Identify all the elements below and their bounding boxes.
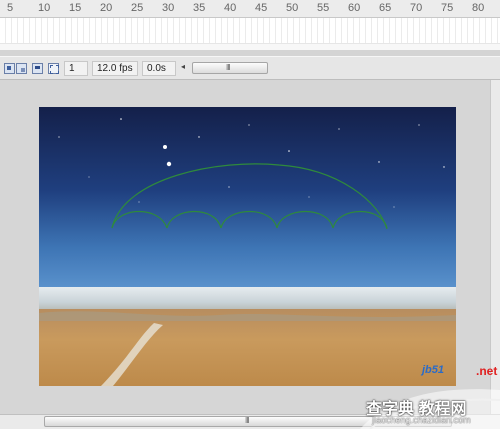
stage-canvas[interactable] bbox=[39, 107, 456, 386]
ruler-label: 55 bbox=[317, 2, 330, 14]
ruler-label: 65 bbox=[379, 2, 392, 14]
flash-editor-window: 5 10 15 20 25 30 35 40 45 50 55 60 65 70 75 80 1 12.0 f… bbox=[0, 0, 500, 429]
ruler-label: 40 bbox=[224, 2, 237, 14]
ruler-label: 25 bbox=[131, 2, 144, 14]
ruler-label: 45 bbox=[255, 2, 268, 14]
ruler-label: 50 bbox=[286, 2, 299, 14]
sky-gradient bbox=[39, 107, 456, 293]
center-frame-icon[interactable] bbox=[4, 63, 15, 74]
elapsed-time-field: 0.0s bbox=[142, 61, 176, 76]
ruler-label: 70 bbox=[410, 2, 423, 14]
onion-skin-icon[interactable] bbox=[16, 63, 27, 74]
current-frame-field[interactable]: 1 bbox=[64, 61, 88, 76]
night-sky-beach-image bbox=[39, 107, 456, 386]
ruler-label: 20 bbox=[100, 2, 113, 14]
ruler-label: 80 bbox=[472, 2, 485, 14]
ruler-label: 75 bbox=[441, 2, 454, 14]
watermark-url: jiaocheng.chazidian.com bbox=[372, 415, 471, 425]
ruler-label: 10 bbox=[38, 2, 51, 14]
timeline-ruler[interactable]: 5 10 15 20 25 30 35 40 45 50 55 60 65 70 75 80 bbox=[0, 0, 500, 18]
timeline-frames[interactable] bbox=[0, 18, 500, 50]
timeline-layer-strip[interactable] bbox=[0, 43, 500, 50]
onion-outline-icon[interactable] bbox=[32, 63, 43, 74]
frame-rate-field[interactable]: 12.0 fps bbox=[92, 61, 138, 76]
scroll-left-arrow-icon[interactable]: ◂ bbox=[181, 62, 185, 71]
timeline-hscroll-thumb[interactable]: III bbox=[192, 62, 268, 74]
watermark-red-text: .net bbox=[476, 364, 498, 378]
thumb-grip-icon: III bbox=[226, 63, 231, 72]
thumb-grip-icon: III bbox=[245, 416, 250, 425]
ruler-label: 35 bbox=[193, 2, 206, 14]
ruler-label: 60 bbox=[348, 2, 361, 14]
ruler-label: 30 bbox=[162, 2, 175, 14]
edit-multiple-frames-icon[interactable] bbox=[48, 63, 59, 74]
ruler-label: 15 bbox=[69, 2, 82, 14]
watermark-blue-text: jb51 bbox=[422, 364, 445, 376]
ruler-label: 5 bbox=[7, 2, 14, 14]
watermark: jb51 .net 查字典 教程网 jiaocheng.chazidian.co… bbox=[360, 356, 500, 429]
timeline-status-bar: 1 12.0 fps 0.0s ◂ III bbox=[0, 56, 500, 80]
